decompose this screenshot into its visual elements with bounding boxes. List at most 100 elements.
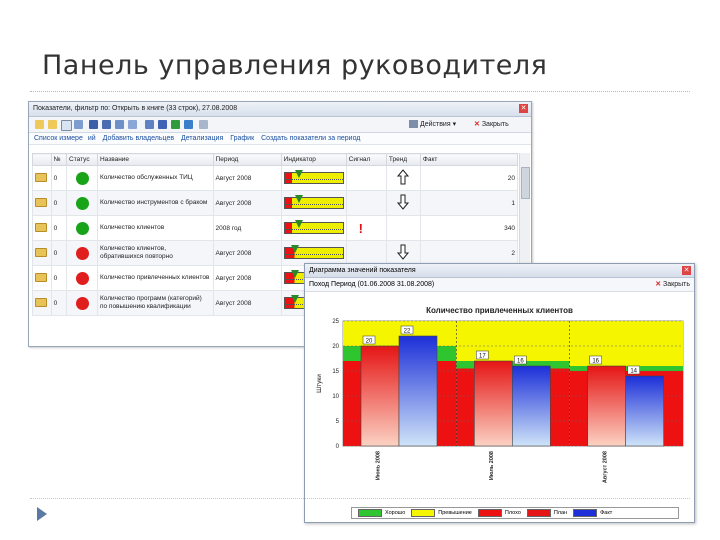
status-dot-icon [75, 221, 89, 235]
row-signal [345, 240, 387, 266]
legend-label: Превышение [438, 510, 472, 516]
slide-bullet-icon [37, 507, 47, 521]
status-dot-icon [75, 196, 89, 210]
table-row[interactable]: 0 Количество клиентов, обратившихся повто… [32, 240, 519, 266]
data-label: 17 [479, 354, 486, 360]
link-add-owners[interactable]: Добавить владельцев [103, 135, 174, 142]
link-create-period[interactable]: Создать показатели за период [261, 135, 360, 142]
actions-label: Действия [419, 121, 451, 128]
title-divider [30, 91, 690, 92]
row-period: 2008 год [212, 215, 282, 241]
col-status[interactable]: Статус [66, 153, 98, 166]
folder-icon [35, 172, 47, 182]
close-icon[interactable]: ✕ [519, 104, 528, 113]
row-num: 0 [50, 165, 68, 191]
y-tick-label: 10 [332, 394, 339, 400]
folder-icon[interactable] [35, 120, 44, 129]
link-drilldown[interactable]: Детализация [181, 135, 223, 142]
row-trend [385, 215, 421, 241]
col-period[interactable]: Период [212, 153, 282, 166]
link-list[interactable]: Список измере [34, 135, 83, 142]
row-period: Август 2008 [212, 165, 282, 191]
row-indicator [280, 215, 347, 241]
table-row[interactable]: 0 Количество инструментов с браком Август … [32, 190, 519, 216]
status-dot-icon [75, 296, 89, 310]
actions-menu[interactable]: Действия ▾ [409, 118, 456, 131]
x-tick-label: Август 2008 [602, 451, 608, 483]
filter-icon[interactable] [158, 120, 167, 129]
legend-swatch [411, 508, 436, 517]
columns-icon[interactable] [184, 120, 193, 129]
folder-icon [35, 297, 47, 307]
row-folder-cell[interactable] [32, 265, 52, 291]
row-folder-cell[interactable] [32, 215, 52, 241]
close-button[interactable]: ✕ Закрыть [474, 118, 509, 131]
gauge-ticks [284, 204, 343, 208]
data-label: 16 [517, 359, 524, 365]
gauge-marker-icon [294, 170, 303, 178]
row-name[interactable]: Количество инструментов с браком [96, 190, 214, 216]
y-tick-label: 0 [336, 444, 340, 450]
row-period: Август 2008 [212, 265, 282, 291]
row-indicator [280, 240, 347, 266]
link-list-tail[interactable]: ий [88, 135, 96, 142]
row-name[interactable]: Количество программ (категорий) по повыш… [96, 290, 214, 316]
col-fact[interactable]: Факт [419, 153, 519, 166]
col-indicator[interactable]: Индикатор [280, 153, 347, 166]
folder-icon [35, 222, 47, 232]
data-label: 22 [404, 329, 411, 335]
col-icon [32, 153, 52, 166]
row-folder-cell[interactable] [32, 290, 52, 316]
scrollbar-thumb[interactable] [521, 167, 530, 199]
row-name[interactable]: Количество обслуженных ТИЦ [96, 165, 214, 191]
col-trend[interactable]: Тренд [385, 153, 421, 166]
zone-band [569, 321, 683, 366]
sort-icon[interactable] [145, 120, 154, 129]
status-dot-icon [75, 246, 89, 260]
indicator-gauge [283, 195, 344, 209]
row-num: 0 [50, 290, 68, 316]
row-period: Август 2008 [212, 190, 282, 216]
new-icon[interactable] [61, 120, 72, 131]
row-name[interactable]: Количество привлеченных клиентов [96, 265, 214, 291]
data-label: 20 [366, 339, 373, 345]
row-folder-cell[interactable] [32, 190, 52, 216]
data-label: 14 [630, 369, 637, 375]
excel-icon[interactable] [171, 120, 180, 129]
copy-icon[interactable] [115, 120, 124, 129]
grid-icon[interactable] [199, 120, 208, 129]
legend-swatch [526, 508, 551, 517]
legend-label: Плохо [504, 510, 521, 516]
row-folder-cell[interactable] [32, 165, 52, 191]
col-name[interactable]: Название [96, 153, 214, 166]
legend-label: Факт [600, 510, 613, 516]
row-status [66, 165, 98, 191]
col-signal[interactable]: Сигнал [345, 153, 387, 166]
open-icon[interactable] [48, 120, 57, 129]
row-name[interactable]: Количество клиентов, обратившихся повтор… [96, 240, 214, 266]
chart-window: Диаграмма значений показателя ✕ Поход Пе… [304, 263, 695, 523]
row-status [66, 290, 98, 316]
table-row[interactable]: 0 Количество обслуженных ТИЦ Август 2008 20 [32, 165, 519, 191]
table-row[interactable]: 0 Количество клиентов 2008 год! 340 [32, 215, 519, 241]
edit-icon[interactable] [74, 120, 83, 129]
trend-up-icon [397, 169, 410, 185]
status-dot-icon [75, 171, 89, 185]
bar-fact [625, 375, 664, 447]
save-all-icon[interactable] [102, 120, 111, 129]
row-trend [385, 240, 421, 266]
zone-band [456, 321, 570, 361]
folder-icon [35, 272, 47, 282]
paste-icon[interactable] [128, 120, 137, 129]
col-num[interactable]: № [50, 153, 68, 166]
gauge-marker-icon [294, 220, 303, 228]
row-signal [345, 190, 387, 216]
link-chart[interactable]: График [230, 135, 254, 142]
row-folder-cell[interactable] [32, 240, 52, 266]
row-name[interactable]: Количество клиентов [96, 215, 214, 241]
y-tick-label: 15 [332, 369, 339, 375]
row-period: Август 2008 [212, 240, 282, 266]
save-icon[interactable] [89, 120, 98, 129]
table-header: № Статус Название Период Индикатор Сигна… [32, 153, 519, 166]
row-fact: 340 [419, 215, 519, 241]
